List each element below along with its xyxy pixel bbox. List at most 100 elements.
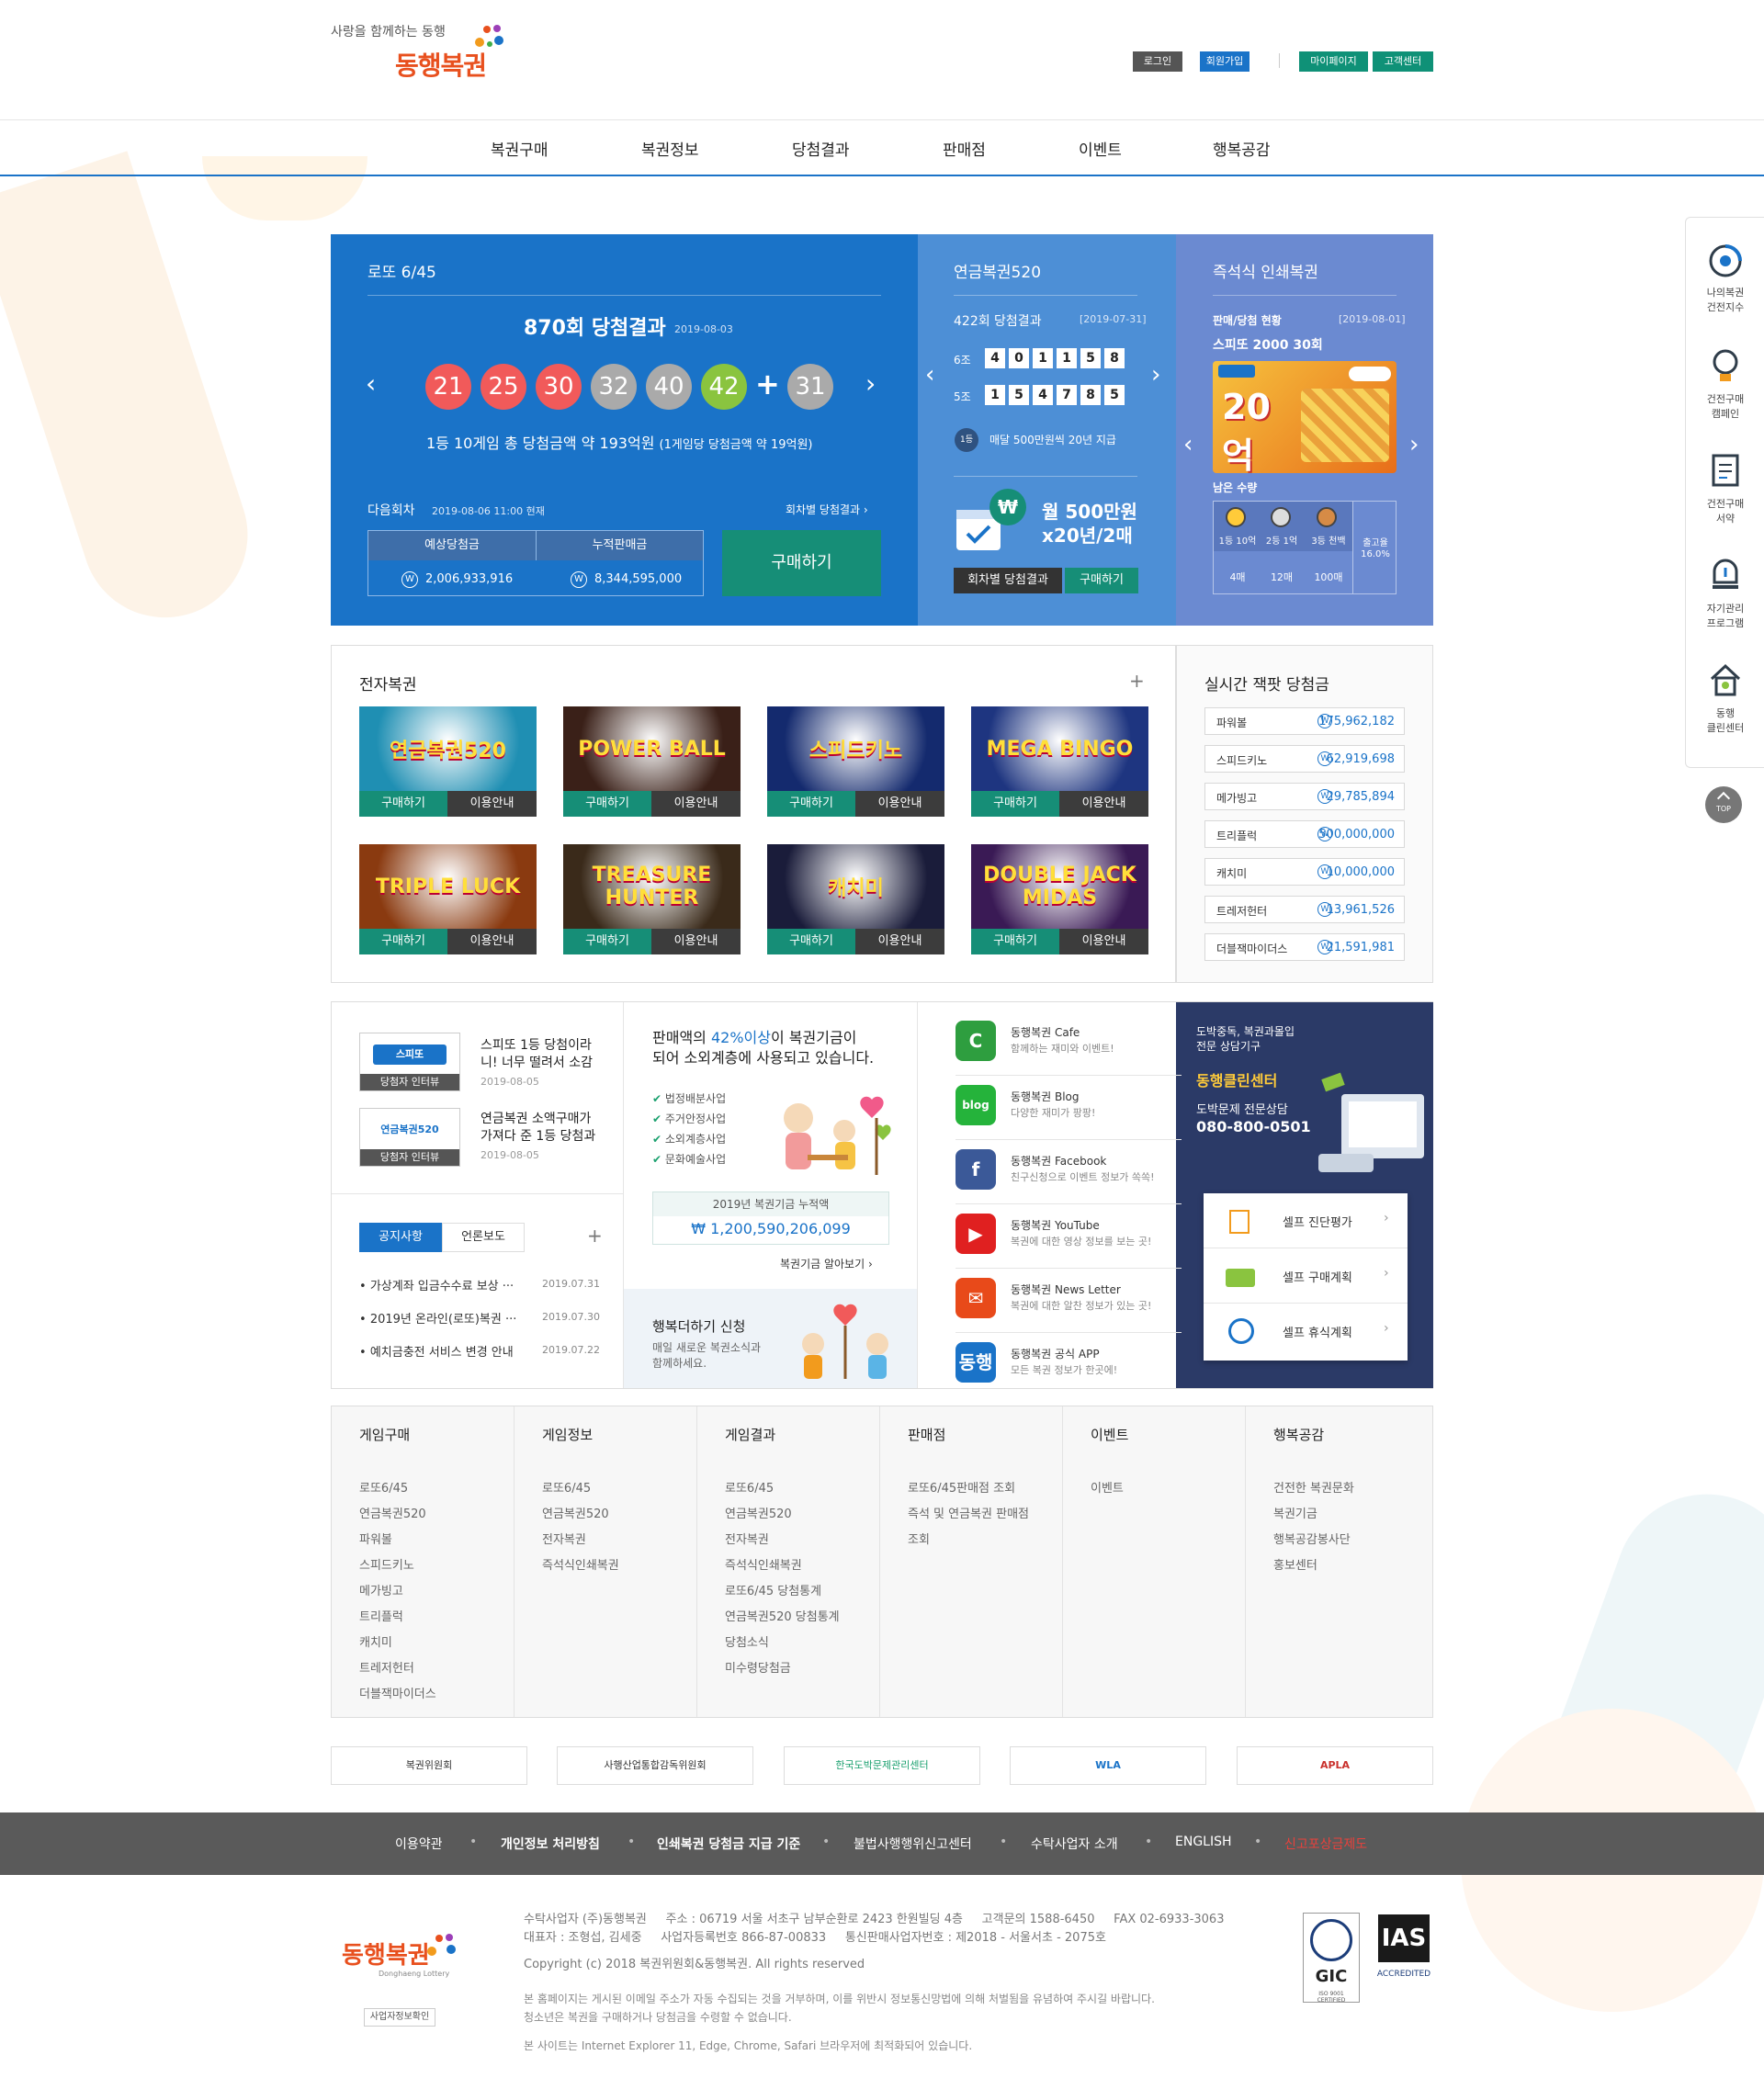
sitemap-link[interactable]: 로또6/45 당첨통계 [725, 1579, 840, 1605]
game-banner[interactable]: POWER BALL [563, 706, 741, 791]
sitemap-link[interactable]: 행복공감봉사단 [1273, 1528, 1354, 1553]
self-purchase-plan-button[interactable]: 셀프 구매계획 › [1204, 1248, 1408, 1304]
game-info-button[interactable]: 이용안내 [855, 929, 944, 954]
pension-next-arrow-icon[interactable]: › [1151, 361, 1160, 389]
pension-buy-button[interactable]: 구매하기 [1065, 568, 1138, 593]
game-info-button[interactable]: 이용안내 [447, 791, 537, 817]
social-link[interactable]: blog 동행복권 Blog 다양한 재미가 팡팡! [956, 1076, 1182, 1140]
sitemap-link[interactable]: 로또6/45 [359, 1476, 436, 1502]
jackpot-row[interactable]: 메가빙고 W 29,785,894 [1204, 783, 1405, 810]
game-info-button[interactable]: 이용안내 [651, 791, 741, 817]
footer-link-privacy[interactable]: 개인정보 처리방침 [501, 1835, 600, 1853]
nav-results[interactable]: 당첨결과 [792, 137, 850, 160]
self-diagnosis-button[interactable]: 셀프 진단평가 › [1204, 1193, 1408, 1248]
next-round-arrow-icon[interactable]: › [865, 368, 876, 399]
partner-ngcc[interactable]: 사행산업통합감독위원회 [557, 1746, 753, 1785]
social-link[interactable]: 동행 동행복권 공식 APP 모든 복권 정보가 한곳에! [956, 1333, 1182, 1397]
sitemap-link[interactable]: 메가빙고 [359, 1579, 436, 1605]
social-link[interactable]: ✉ 동행복권 News Letter 복권에 대한 알찬 정보가 있는 곳! [956, 1269, 1182, 1333]
partner-lottery-commission[interactable]: 복권위원회 [331, 1746, 527, 1785]
sitemap-link[interactable]: 캐치미 [359, 1631, 436, 1656]
interview-title[interactable]: 스피또 1등 당첨이라 니! 너무 떨려서 소감 [481, 1037, 593, 1072]
notice-item[interactable]: • 2019년 온라인(로또)복권 ··· 2019.07.30 [359, 1309, 600, 1327]
pension-prev-arrow-icon[interactable]: ‹ [925, 361, 934, 389]
instant-prev-arrow-icon[interactable]: ‹ [1183, 431, 1193, 458]
instant-ticket-image[interactable]: 20억 [1213, 361, 1396, 476]
game-banner[interactable]: 연금복권520 [359, 706, 537, 791]
game-buy-button[interactable]: 구매하기 [971, 929, 1059, 954]
quick-gauge[interactable]: 나의복권 건전지수 [1686, 243, 1764, 326]
game-info-button[interactable]: 이용안내 [1059, 791, 1148, 817]
sitemap-link[interactable]: 연금복권520 당첨통계 [725, 1605, 840, 1631]
jackpot-row[interactable]: 트레저헌터 W 13,961,526 [1204, 896, 1405, 923]
game-info-button[interactable]: 이용안내 [651, 929, 741, 954]
sitemap-link[interactable]: 즉석식인쇄복권 [542, 1553, 619, 1579]
sitemap-link[interactable]: 전자복권 [725, 1528, 840, 1553]
quick-self-management[interactable]: 자기관리 프로그램 [1686, 558, 1764, 640]
sitemap-link[interactable]: 전자복권 [542, 1528, 619, 1553]
game-banner[interactable]: TREASURE HUNTER [563, 844, 741, 929]
footer-link-reward[interactable]: 신고포상금제도 [1284, 1835, 1367, 1853]
nav-happiness[interactable]: 행복공감 [1213, 137, 1271, 160]
partner-apla[interactable]: APLA [1237, 1746, 1433, 1785]
nav-buy[interactable]: 복권구매 [491, 137, 548, 160]
interview-thumb[interactable]: 연금복권520 당첨자 인터뷰 [359, 1108, 460, 1167]
interview-thumb[interactable]: 스피또 당첨자 인터뷰 [359, 1033, 460, 1091]
game-buy-button[interactable]: 구매하기 [767, 791, 855, 817]
instant-next-arrow-icon[interactable]: › [1409, 431, 1419, 458]
prev-round-arrow-icon[interactable]: ‹ [366, 368, 376, 399]
jackpot-row[interactable]: 스피드키노 W 62,919,698 [1204, 745, 1405, 773]
footer-link-report[interactable]: 불법사행행위신고센터 [854, 1835, 972, 1853]
happy-plus-banner[interactable]: 행복더하기 신청 매일 새로운 복권소식과 함께하세요. [624, 1289, 917, 1388]
sitemap-link[interactable]: 트레저헌터 [359, 1656, 436, 1682]
sitemap-link[interactable]: 미수령당첨금 [725, 1656, 840, 1682]
pension-title[interactable]: 연금복권520 [954, 259, 1041, 282]
sitemap-link[interactable]: 로또6/45 [542, 1476, 619, 1502]
game-banner[interactable]: 스피드키노 [767, 706, 944, 791]
login-button[interactable]: 로그인 [1133, 51, 1182, 72]
sitemap-link[interactable]: 건전한 복권문화 [1273, 1476, 1354, 1502]
mypage-button[interactable]: 마이페이지 [1299, 51, 1368, 72]
clean-phone[interactable]: 080-800-0501 [1196, 1118, 1311, 1135]
jackpot-row[interactable]: 파워볼 W 175,962,182 [1204, 707, 1405, 735]
game-info-button[interactable]: 이용안내 [855, 791, 944, 817]
social-link[interactable]: C 동행복권 Cafe 함께하는 재미와 이벤트! [956, 1011, 1182, 1076]
notice-item[interactable]: • 예치금충전 서비스 변경 안내 2019.07.22 [359, 1342, 600, 1360]
game-buy-button[interactable]: 구매하기 [359, 791, 447, 817]
nav-stores[interactable]: 판매점 [943, 137, 986, 160]
jackpot-row[interactable]: 캐치미 W 10,000,000 [1204, 858, 1405, 886]
game-info-button[interactable]: 이용안내 [447, 929, 537, 954]
sitemap-link[interactable]: 조회 [908, 1528, 1029, 1553]
notice-item[interactable]: • 가상계좌 입금수수료 보상 ··· 2019.07.31 [359, 1276, 600, 1293]
tab-press[interactable]: 언론보도 [442, 1223, 525, 1252]
game-buy-button[interactable]: 구매하기 [767, 929, 855, 954]
partner-kcgp[interactable]: 한국도박문제관리센터 [784, 1746, 980, 1785]
game-banner[interactable]: TRIPLE LUCK [359, 844, 537, 929]
sitemap-link[interactable]: 연금복권520 [359, 1502, 436, 1528]
sitemap-link[interactable]: 즉석식인쇄복권 [725, 1553, 840, 1579]
customer-center-button[interactable]: 고객센터 [1373, 51, 1433, 72]
instant-title[interactable]: 즉석식 인쇄복권 [1213, 259, 1318, 282]
footer-link-english[interactable]: ENGLISH [1175, 1835, 1232, 1849]
quick-campaign[interactable]: 건전구매 캠페인 [1686, 348, 1764, 431]
game-buy-button[interactable]: 구매하기 [359, 929, 447, 954]
game-buy-button[interactable]: 구매하기 [563, 929, 651, 954]
quick-clean-center[interactable]: 동행 클린센터 [1686, 662, 1764, 745]
round-history-link[interactable]: 회차별 당첨결과 › [786, 502, 868, 517]
sitemap-link[interactable]: 파워볼 [359, 1528, 436, 1553]
sitemap-link[interactable]: 로또6/45판매점 조회 [908, 1476, 1029, 1502]
jackpot-row[interactable]: 트리플럭 W 500,000,000 [1204, 820, 1405, 848]
lotto-title[interactable]: 로또 6/45 [368, 259, 436, 282]
elottery-more-button[interactable]: + [1129, 670, 1145, 692]
sitemap-link[interactable]: 즉석 및 연금복권 판매점 [908, 1502, 1029, 1528]
game-buy-button[interactable]: 구매하기 [563, 791, 651, 817]
social-link[interactable]: ▶ 동행복권 YouTube 복권에 대한 영상 정보를 보는 곳! [956, 1204, 1182, 1269]
scroll-top-button[interactable]: TOP [1705, 786, 1742, 823]
sitemap-link[interactable]: 로또6/45 [725, 1476, 840, 1502]
nav-events[interactable]: 이벤트 [1079, 137, 1122, 160]
sitemap-link[interactable]: 홍보센터 [1273, 1553, 1354, 1579]
game-banner[interactable]: DOUBLE JACK MIDAS [971, 844, 1148, 929]
game-info-button[interactable]: 이용안내 [1059, 929, 1148, 954]
sitemap-link[interactable]: 트리플럭 [359, 1605, 436, 1631]
signup-button[interactable]: 회원가입 [1200, 51, 1250, 72]
